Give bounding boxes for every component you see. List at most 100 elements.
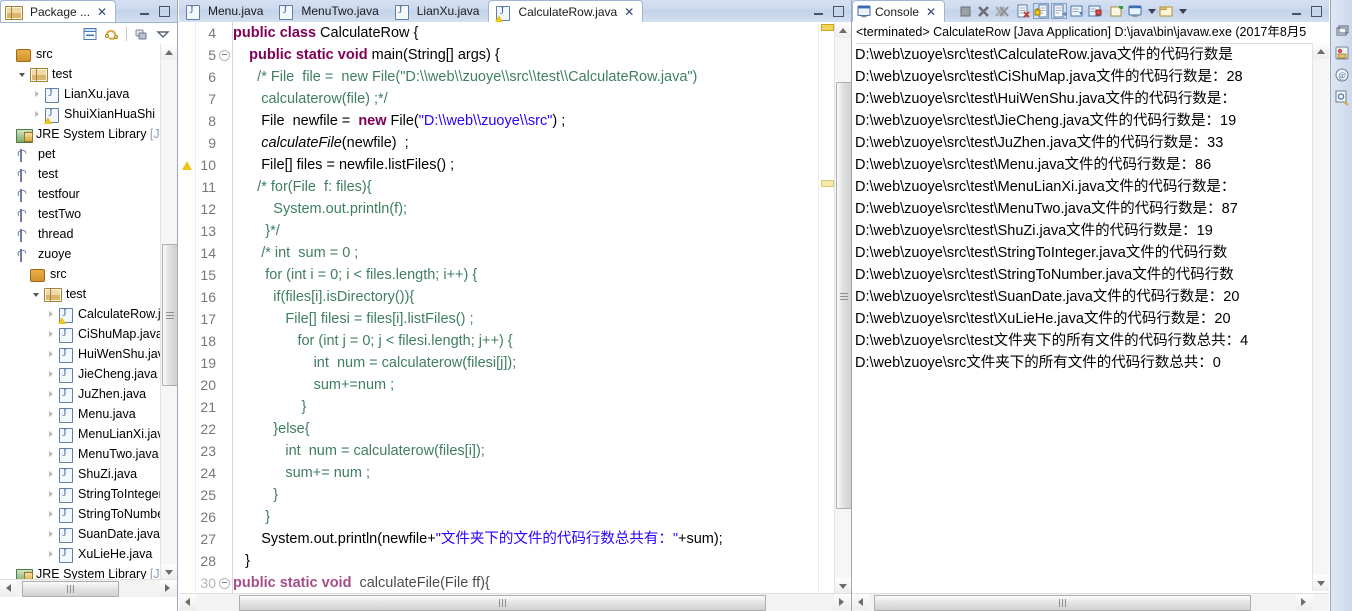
minimize-icon[interactable]: [139, 6, 152, 17]
code-line[interactable]: int num = calculaterow(filesi[j]);: [233, 352, 805, 374]
editor-marker-bar[interactable]: [179, 22, 196, 594]
maximize-icon[interactable]: [832, 5, 845, 17]
tree-item[interactable]: JRE System Library [Ja: [0, 124, 167, 144]
tree-item[interactable]: MenuLianXi.java: [0, 424, 167, 444]
package-explorer-vscrollbar[interactable]: [160, 44, 178, 580]
chevron-right-icon[interactable]: [46, 449, 57, 460]
code-line[interactable]: if(files[i].isDirectory()){: [233, 286, 805, 308]
console-hscrollbar[interactable]: [852, 593, 1329, 611]
remove-all-terminated-icon[interactable]: [993, 3, 1009, 19]
editor-overview-ruler[interactable]: [818, 22, 835, 594]
code-line[interactable]: sum+= num ;: [233, 462, 805, 484]
code-line[interactable]: for (int j = 0; j < filesi.length; j++) …: [233, 330, 805, 352]
close-icon[interactable]: ✕: [926, 5, 936, 19]
tree-item[interactable]: StringToInteger: [0, 484, 167, 504]
display-selected-console-icon[interactable]: [1127, 3, 1143, 19]
folding-column[interactable]: [219, 22, 232, 594]
new-console-view-icon[interactable]: [1109, 3, 1125, 19]
code-line[interactable]: }: [233, 396, 805, 418]
fold-toggle-icon[interactable]: [219, 50, 230, 61]
overview-warning-marker[interactable]: [821, 24, 834, 31]
code-line[interactable]: public static void calculateFile(File ff…: [233, 572, 805, 594]
scroll-down-icon[interactable]: [161, 564, 177, 580]
chevron-right-icon[interactable]: [46, 349, 57, 360]
tree-item[interactable]: testfour: [0, 184, 167, 204]
tree-item[interactable]: SuanDate.java: [0, 524, 167, 544]
chevron-right-icon[interactable]: [46, 309, 57, 320]
code-line[interactable]: File[] files = newfile.listFiles() ;: [233, 154, 805, 176]
code-line[interactable]: File newfile = new File("D:\\web\\zuoye\…: [233, 110, 805, 132]
close-icon[interactable]: ✕: [624, 5, 634, 19]
code-line[interactable]: System.out.println(f);: [233, 198, 805, 220]
tree-item[interactable]: LianXu.java: [0, 84, 167, 104]
editor-vscrollbar[interactable]: [834, 22, 852, 594]
tree-item[interactable]: ShuZi.java: [0, 464, 167, 484]
chevron-down-icon[interactable]: [32, 289, 43, 300]
chevron-down-icon[interactable]: [18, 69, 29, 80]
tree-item[interactable]: test: [0, 284, 167, 304]
vscroll-thumb[interactable]: [836, 82, 852, 509]
chevron-right-icon[interactable]: [46, 509, 57, 520]
tab-console[interactable]: Console ✕: [852, 0, 946, 22]
scroll-right-icon[interactable]: [834, 594, 851, 610]
show-console-on-output-icon[interactable]: [1087, 3, 1103, 19]
link-with-editor-icon[interactable]: [104, 26, 120, 42]
scroll-up-icon[interactable]: [835, 22, 851, 38]
code-line[interactable]: File[] filesi = files[i].listFiles() ;: [233, 308, 805, 330]
fold-toggle-icon[interactable]: [219, 578, 230, 589]
code-line[interactable]: /* for(File f: files){: [233, 176, 805, 198]
package-explorer-tree[interactable]: src test LianXu.java ShuiXianHuaShi JRE Syst…: [0, 44, 167, 580]
tree-item[interactable]: JieCheng.java: [0, 364, 167, 384]
scroll-left-icon[interactable]: [179, 594, 196, 610]
minimize-icon[interactable]: [1291, 6, 1304, 17]
chevron-right-icon[interactable]: [46, 429, 57, 440]
scroll-right-icon[interactable]: [1296, 594, 1313, 610]
chevron-right-icon[interactable]: [46, 529, 57, 540]
display-console-dropdown-icon[interactable]: [1145, 3, 1157, 19]
tree-item[interactable]: MenuTwo.java: [0, 444, 167, 464]
remove-launch-icon[interactable]: [975, 3, 991, 19]
chevron-right-icon[interactable]: [32, 109, 43, 120]
code-line[interactable]: System.out.println(newfile+"文件夹下的文件的代码行数…: [233, 528, 805, 550]
tree-item[interactable]: JuZhen.java: [0, 384, 167, 404]
scroll-up-icon[interactable]: [161, 44, 177, 60]
pin-console-icon[interactable]: [1069, 3, 1085, 19]
code-line[interactable]: }*/: [233, 220, 805, 242]
tree-item[interactable]: test: [0, 64, 167, 84]
chevron-right-icon[interactable]: [46, 549, 57, 560]
scroll-right-icon[interactable]: [160, 580, 177, 596]
terminate-icon[interactable]: [957, 3, 973, 19]
editor-tab-menu-java[interactable]: Menu.java: [179, 0, 272, 22]
chevron-right-icon[interactable]: [46, 489, 57, 500]
scroll-down-icon[interactable]: [835, 578, 851, 594]
code-line[interactable]: /* File file = new File("D:\\web\\zuoye\…: [233, 66, 805, 88]
tree-item[interactable]: Menu.java: [0, 404, 167, 424]
tree-item[interactable]: test: [0, 164, 167, 184]
word-wrap-icon[interactable]: [1051, 3, 1068, 19]
hscroll-thumb[interactable]: [874, 595, 1251, 611]
code-line[interactable]: calculaterow(file) ;*/: [233, 88, 805, 110]
warning-marker-icon[interactable]: [180, 158, 193, 171]
clear-console-icon[interactable]: [1015, 3, 1031, 19]
scroll-lock-icon[interactable]: [1033, 3, 1050, 19]
chevron-right-icon[interactable]: [32, 89, 43, 100]
minimize-icon[interactable]: [813, 6, 826, 17]
chevron-right-icon[interactable]: [46, 409, 57, 420]
tree-item[interactable]: CalculateRow.ja: [0, 304, 167, 324]
code-line[interactable]: sum+=num ;: [233, 374, 805, 396]
hscroll-thumb[interactable]: [22, 581, 119, 597]
console-output[interactable]: D:\web\zuoye\src\test\CalculateRow.java文…: [855, 44, 1311, 591]
code-line[interactable]: }: [233, 550, 805, 572]
overview-warning-marker[interactable]: [821, 180, 834, 187]
code-line[interactable]: for (int i = 0; i < files.length; i++) {: [233, 264, 805, 286]
chevron-right-icon[interactable]: [46, 469, 57, 480]
scroll-left-icon[interactable]: [852, 594, 869, 610]
scroll-left-icon[interactable]: [0, 580, 17, 596]
editor-tab-calculaterow-java[interactable]: CalculateRow.java ✕: [488, 0, 644, 22]
maximize-icon[interactable]: [158, 5, 171, 17]
java-perspective-icon[interactable]: [1333, 44, 1351, 62]
tree-item[interactable]: ShuiXianHuaShi: [0, 104, 167, 124]
scroll-down-icon[interactable]: [1313, 575, 1329, 591]
hscroll-thumb[interactable]: [239, 595, 766, 611]
chevron-right-icon[interactable]: [46, 389, 57, 400]
